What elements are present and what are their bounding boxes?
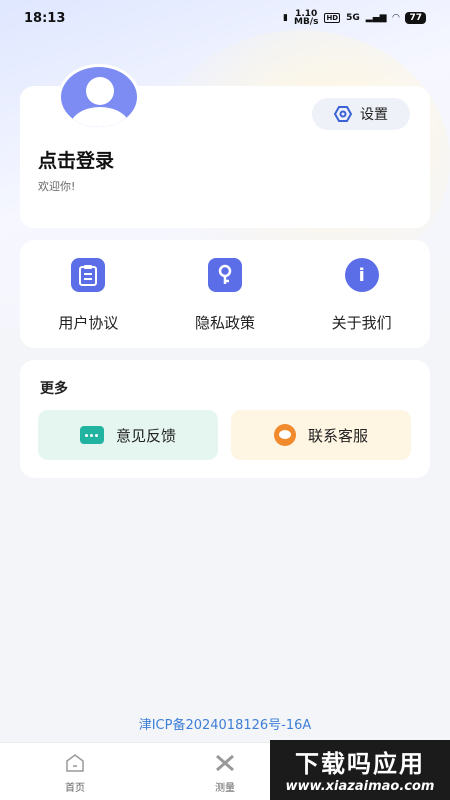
watermark-sub: www.xiazaimao.com — [285, 779, 435, 794]
settings-icon — [334, 106, 352, 122]
battery-icon: 77 — [405, 12, 426, 24]
link-user-agreement[interactable]: 用户协议 — [20, 240, 157, 348]
network-speed: 1.10 MB/s — [293, 10, 319, 27]
clipboard-icon — [71, 258, 106, 292]
links-card: 用户协议 隐私政策 i 关于我们 — [20, 240, 430, 348]
settings-button[interactable]: 设置 — [312, 98, 410, 130]
watermark-logo: 下载吗应用 www.xiazaimao.com — [270, 740, 450, 800]
watermark-main: 下载吗应用 — [295, 750, 425, 778]
more-card: 更多 意见反馈 联系客服 — [20, 360, 430, 478]
status-bar: 18:13 ▮ 1.10 MB/s HD 5G ▂▄▆ ◠ 77 — [0, 0, 450, 36]
link-label: 隐私政策 — [195, 314, 256, 332]
avatar-body — [70, 107, 130, 127]
chat-icon — [79, 426, 104, 444]
info-icon: i — [344, 258, 379, 292]
settings-label: 设置 — [360, 107, 388, 123]
link-label: 关于我们 — [331, 314, 392, 332]
link-privacy-policy[interactable]: 隐私政策 — [157, 240, 294, 348]
link-label: 用户协议 — [58, 314, 119, 332]
headset-icon — [273, 424, 296, 446]
feedback-button[interactable]: 意见反馈 — [38, 410, 218, 460]
tab-label: 测量 — [215, 783, 235, 794]
signal-label: 5G — [346, 13, 360, 23]
signal-icon: ▂▄▆ — [365, 13, 387, 23]
service-label: 联系客服 — [307, 426, 368, 445]
tab-home[interactable]: 首页 — [0, 743, 150, 800]
icp-license[interactable]: 津ICP备2024018126号-16A — [0, 714, 450, 733]
welcome-text: 欢迎你! — [38, 180, 76, 193]
link-about-us[interactable]: i 关于我们 — [293, 240, 430, 348]
status-time: 18:13 — [24, 10, 66, 26]
home-icon — [66, 754, 84, 772]
feedback-label: 意见反馈 — [115, 426, 176, 445]
tab-label: 首页 — [65, 783, 85, 794]
wifi-icon: ◠ — [392, 13, 400, 23]
status-icons: ▮ 1.10 MB/s HD 5G ▂▄▆ ◠ 77 — [283, 10, 426, 27]
avatar-head — [86, 77, 114, 105]
ruler-icon — [216, 754, 234, 772]
network-speed-unit: MB/s — [293, 17, 319, 27]
user-avatar-icon[interactable] — [58, 64, 140, 130]
key-icon — [208, 258, 242, 292]
hd-badge: HD — [324, 13, 341, 23]
customer-service-button[interactable]: 联系客服 — [231, 410, 411, 460]
login-text[interactable]: 点击登录 — [38, 146, 114, 173]
vibrate-icon: ▮ — [283, 13, 288, 23]
more-title: 更多 — [40, 381, 68, 397]
